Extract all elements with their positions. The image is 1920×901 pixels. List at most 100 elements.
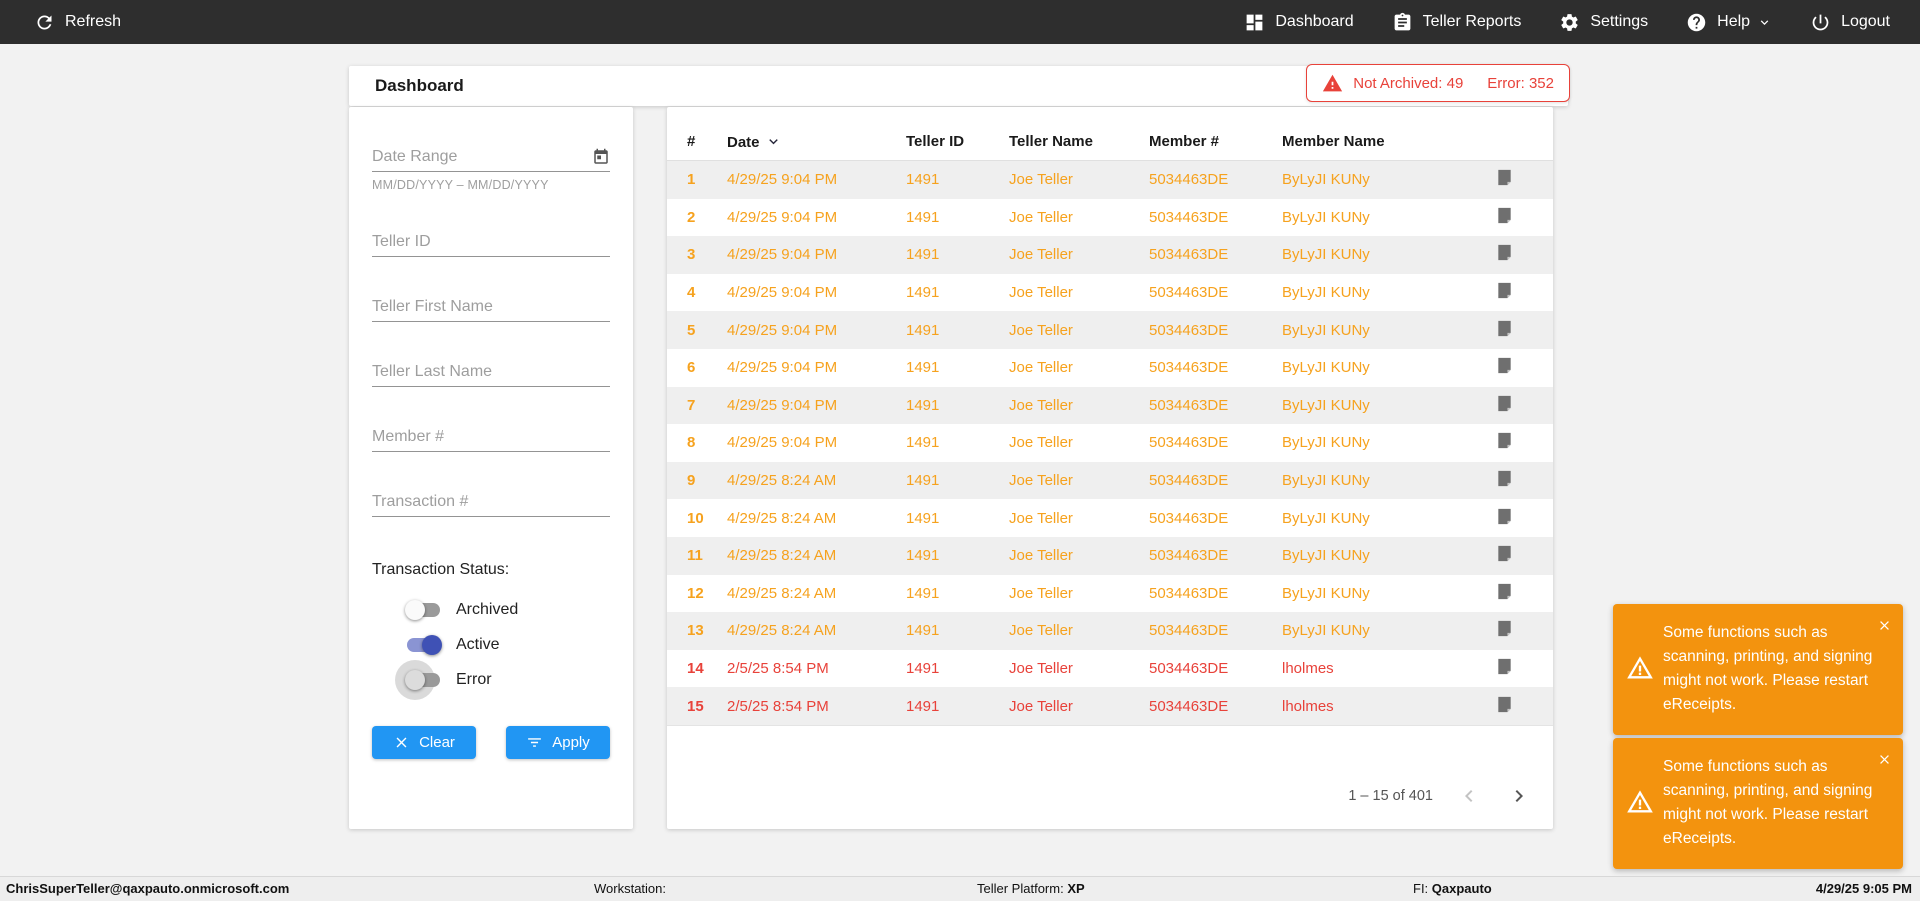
receipt-note-icon[interactable] — [1495, 356, 1514, 375]
nav-menu: Dashboard Teller Reports Settings Help L… — [1244, 12, 1890, 33]
warning-triangle-icon — [1627, 656, 1653, 679]
table-row[interactable]: 13 4/29/25 8:24 AM 1491 Joe Teller 50344… — [667, 612, 1553, 650]
receipt-note-icon[interactable] — [1495, 582, 1514, 601]
fi-status: FI: Qaxpauto — [1413, 881, 1492, 896]
nav-item-teller-reports[interactable]: Teller Reports — [1392, 12, 1521, 33]
status-datetime: 4/29/25 9:05 PM — [1815, 881, 1912, 896]
receipt-note-icon[interactable] — [1495, 243, 1514, 262]
toast-stack: Some functions such as scanning, printin… — [1613, 604, 1903, 869]
transaction-status-label: Transaction Status: — [372, 561, 510, 578]
filter-icon — [528, 738, 542, 747]
table-row[interactable]: 14 2/5/25 8:54 PM 1491 Joe Teller 503446… — [667, 650, 1553, 688]
toggle-active[interactable]: Active — [372, 628, 610, 662]
warning-toast: Some functions such as scanning, printin… — [1613, 738, 1903, 869]
next-page-button[interactable] — [1505, 782, 1533, 810]
clipboard-icon — [1394, 12, 1411, 30]
apply-button[interactable]: Apply — [506, 726, 610, 759]
table-row[interactable]: 8 4/29/25 9:04 PM 1491 Joe Teller 503446… — [667, 424, 1553, 462]
warning-toast: Some functions such as scanning, printin… — [1613, 604, 1903, 735]
top-nav: Refresh Dashboard Teller Reports Setting… — [0, 0, 1920, 44]
status-bar: ChrisSuperTeller@qaxpauto.onmicrosoft.co… — [0, 876, 1920, 901]
toast-message: Some functions such as scanning, printin… — [1663, 758, 1873, 847]
receipt-note-icon[interactable] — [1495, 619, 1514, 638]
receipt-note-icon[interactable] — [1495, 544, 1514, 563]
table-row[interactable]: 5 4/29/25 9:04 PM 1491 Joe Teller 503446… — [667, 311, 1553, 349]
col-member-num[interactable]: Member # — [1149, 133, 1282, 150]
close-icon[interactable] — [1877, 618, 1892, 633]
toggle-archived[interactable]: Archived — [372, 593, 610, 627]
table-row[interactable]: 6 4/29/25 9:04 PM 1491 Joe Teller 503446… — [667, 349, 1553, 387]
prev-page-button[interactable] — [1455, 782, 1483, 810]
help-icon — [1687, 13, 1706, 31]
pagination: 1 – 15 of 401 — [1348, 781, 1533, 811]
close-icon[interactable] — [1877, 752, 1892, 767]
clear-button[interactable]: Clear — [372, 726, 476, 759]
receipt-note-icon[interactable] — [1495, 281, 1514, 300]
transactions-table: # Date Teller ID Teller Name Member # Me… — [667, 107, 1553, 829]
calendar-icon[interactable] — [592, 148, 610, 166]
power-icon — [1812, 14, 1829, 30]
table-row[interactable]: 4 4/29/25 9:04 PM 1491 Joe Teller 503446… — [667, 274, 1553, 312]
receipt-note-icon[interactable] — [1495, 507, 1514, 526]
col-teller-name[interactable]: Teller Name — [1009, 133, 1149, 150]
receipt-note-icon[interactable] — [1495, 168, 1514, 187]
close-x-icon — [396, 737, 407, 748]
teller-first-name-field[interactable]: Teller First Name — [372, 294, 610, 322]
workstation-status: Workstation: — [594, 881, 667, 896]
table-row[interactable]: 9 4/29/25 8:24 AM 1491 Joe Teller 503446… — [667, 461, 1553, 500]
refresh-button[interactable]: Refresh — [34, 12, 121, 33]
date-range-field[interactable]: Date Range — [372, 144, 610, 172]
receipt-note-icon[interactable] — [1495, 206, 1514, 225]
table-body: 1 4/29/25 9:04 PM 1491 Joe Teller 503446… — [667, 161, 1553, 726]
member-number-field[interactable]: Member # — [372, 424, 610, 452]
table-row[interactable]: 7 4/29/25 9:04 PM 1491 Joe Teller 503446… — [667, 386, 1553, 425]
date-range-placeholder: Date Range — [372, 148, 458, 165]
gear-icon — [1561, 13, 1579, 31]
table-row[interactable]: 10 4/29/25 8:24 AM 1491 Joe Teller 50344… — [667, 499, 1553, 537]
receipt-note-icon[interactable] — [1495, 431, 1514, 450]
error-switch[interactable] — [395, 660, 442, 700]
col-member-name[interactable]: Member Name — [1282, 133, 1495, 150]
nav-item-help[interactable]: Help — [1686, 12, 1772, 33]
date-range-helper: MM/DD/YYYY – MM/DD/YYYY — [372, 178, 549, 192]
col-teller-id[interactable]: Teller ID — [906, 133, 1009, 150]
logged-in-user: ChrisSuperTeller@qaxpauto.onmicrosoft.co… — [6, 881, 290, 896]
table-row[interactable]: 11 4/29/25 8:24 AM 1491 Joe Teller 50344… — [667, 536, 1553, 575]
error-count: Error: 352 — [1487, 74, 1554, 92]
table-header: # Date Teller ID Teller Name Member # Me… — [667, 123, 1553, 161]
receipt-note-icon[interactable] — [1495, 319, 1514, 338]
receipt-note-icon[interactable] — [1495, 394, 1514, 413]
nav-item-logout[interactable]: Logout — [1810, 12, 1890, 33]
transaction-number-field[interactable]: Transaction # — [372, 489, 610, 517]
chevron-right-icon — [1515, 790, 1523, 802]
table-row[interactable]: 12 4/29/25 8:24 AM 1491 Joe Teller 50344… — [667, 575, 1553, 613]
dashboard-icon — [1246, 14, 1263, 30]
filter-actions: Clear Apply — [372, 726, 610, 759]
teller-id-field[interactable]: Teller ID — [372, 229, 610, 257]
page-title: Dashboard — [375, 76, 464, 95]
chevron-down-icon — [1760, 19, 1769, 25]
archived-switch[interactable] — [405, 600, 442, 620]
teller-last-name-field[interactable]: Teller Last Name — [372, 359, 610, 387]
toggle-error[interactable]: Error — [372, 660, 610, 700]
nav-item-dashboard[interactable]: Dashboard — [1244, 12, 1354, 33]
table-row[interactable]: 2 4/29/25 9:04 PM 1491 Joe Teller 503446… — [667, 199, 1553, 237]
warning-triangle-icon — [1323, 74, 1343, 91]
receipt-note-icon[interactable] — [1495, 695, 1514, 714]
filters-panel: Date Range MM/DD/YYYY – MM/DD/YYYY Telle… — [349, 107, 633, 829]
archive-error-alert[interactable]: Not Archived: 49 Error: 352 — [1306, 64, 1570, 102]
warning-triangle-icon — [1627, 790, 1653, 813]
table-row[interactable]: 1 4/29/25 9:04 PM 1491 Joe Teller 503446… — [667, 161, 1553, 199]
pagination-range: 1 – 15 of 401 — [1348, 788, 1433, 804]
receipt-note-icon[interactable] — [1495, 657, 1514, 676]
toast-message: Some functions such as scanning, printin… — [1663, 624, 1873, 713]
col-date[interactable]: Date — [727, 133, 906, 151]
col-number[interactable]: # — [687, 133, 727, 150]
table-row[interactable]: 3 4/29/25 9:04 PM 1491 Joe Teller 503446… — [667, 236, 1553, 274]
refresh-icon — [37, 15, 52, 29]
receipt-note-icon[interactable] — [1495, 469, 1514, 488]
active-switch[interactable] — [405, 635, 442, 655]
nav-item-settings[interactable]: Settings — [1559, 12, 1648, 33]
not-archived-count: Not Archived: 49 — [1353, 74, 1464, 92]
table-row[interactable]: 15 2/5/25 8:54 PM 1491 Joe Teller 503446… — [667, 687, 1553, 725]
